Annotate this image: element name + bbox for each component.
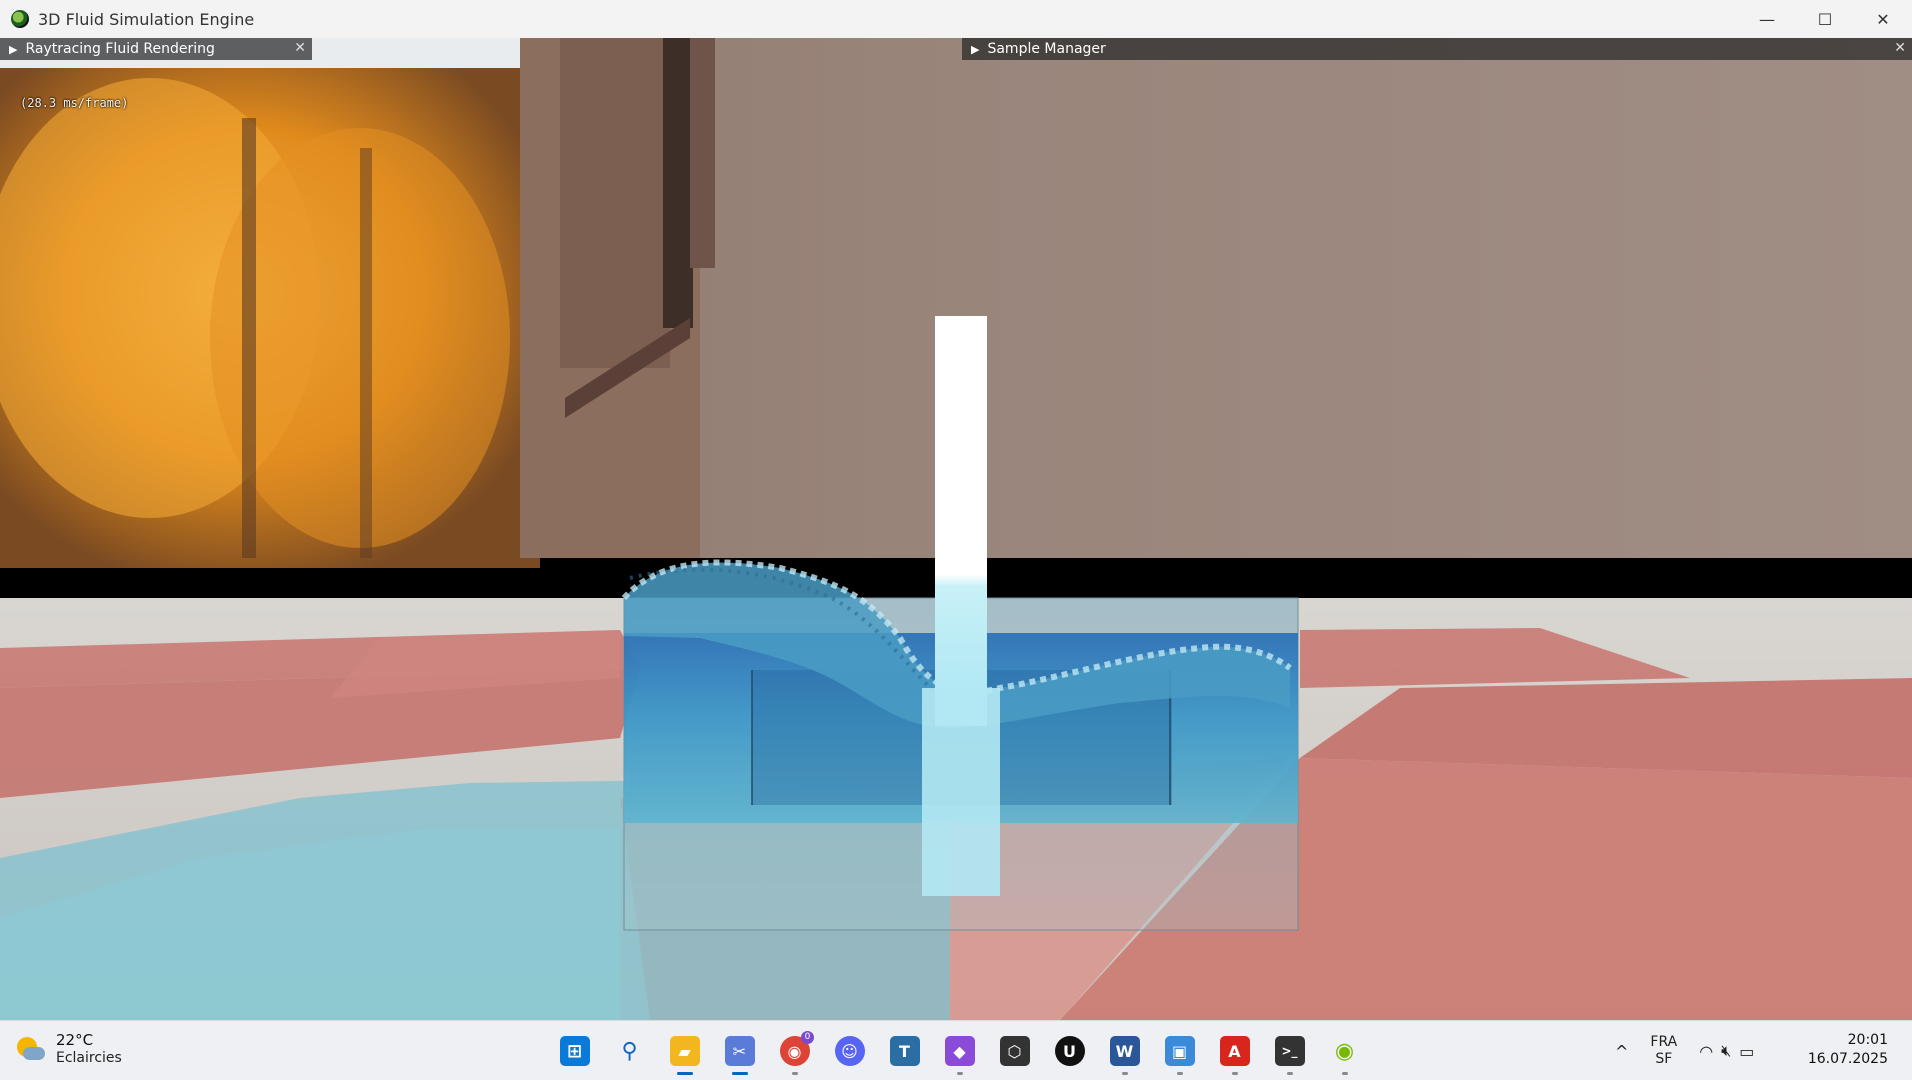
app-window: 3D Fluid Simulation Engine — ☐ ✕ ▶ Raytr… xyxy=(0,0,1912,1080)
language-indicator[interactable]: FRA SF xyxy=(1650,1034,1677,1068)
unity-button[interactable]: ⬡ xyxy=(987,1031,1042,1071)
system-tray: ^ FRA SF ◠ 🔇︎ ▭ xyxy=(1615,1021,1762,1080)
unreal-engine-button[interactable]: U xyxy=(1042,1031,1097,1071)
nvidia-icon: ◉ xyxy=(1334,1038,1355,1064)
folder-icon: ▰ xyxy=(669,1036,700,1066)
file-explorer-button[interactable]: ▰ xyxy=(657,1031,712,1075)
battery-icon[interactable]: ▭ xyxy=(1739,1042,1754,1061)
render-viewport[interactable]: ▶ Raytracing Fluid Rendering ✕ (28.3 ms/… xyxy=(0,38,1912,1020)
clock-time: 20:01 xyxy=(1847,1032,1888,1048)
start-button[interactable]: ⊞ xyxy=(547,1031,602,1071)
scene-render xyxy=(0,38,1912,1020)
visual-studio-button[interactable]: ◆ xyxy=(932,1031,987,1075)
notification-badge: 0 xyxy=(801,1031,814,1044)
snipping-tool-button[interactable]: ✂ xyxy=(712,1031,767,1075)
visual-studio-icon: ◆ xyxy=(944,1036,975,1066)
taskbar: 22°C Eclaircies ⊞ ⚲ ▰ ✂ ◉ 0 ☺ T ◆ ⬡ U W … xyxy=(0,1020,1912,1080)
window-title: 3D Fluid Simulation Engine xyxy=(38,9,255,29)
unity-icon: ⬡ xyxy=(999,1036,1030,1066)
wifi-icon[interactable]: ◠ xyxy=(1699,1042,1713,1061)
clock-date: 16.07.2025 xyxy=(1807,1051,1888,1067)
chrome-button[interactable]: ◉ 0 xyxy=(767,1031,822,1075)
acrobat-button[interactable]: A xyxy=(1207,1031,1262,1075)
close-button[interactable]: ✕ xyxy=(1854,0,1912,38)
windows-start-icon: ⊞ xyxy=(559,1036,590,1066)
expand-triangle-icon[interactable]: ▶ xyxy=(971,43,979,56)
sample-manager-header[interactable]: ▶ Sample Manager ✕ xyxy=(962,38,1912,60)
search-icon: ⚲ xyxy=(621,1038,638,1064)
window-app-icon: ▣ xyxy=(1164,1036,1195,1066)
terminal-icon: >_ xyxy=(1274,1036,1305,1066)
title-bar[interactable]: 3D Fluid Simulation Engine — ☐ ✕ xyxy=(0,0,1912,39)
lang-line1: FRA xyxy=(1650,1034,1678,1050)
window-app-button[interactable]: ▣ xyxy=(1152,1031,1207,1075)
frame-stats: (28.3 ms/frame) xyxy=(20,96,129,110)
raytracing-panel-header[interactable]: ▶ Raytracing Fluid Rendering ✕ xyxy=(0,38,312,60)
taskbar-apps: ⊞ ⚲ ▰ ✂ ◉ 0 ☺ T ◆ ⬡ U W ▣ A >_ ◉ xyxy=(547,1031,1372,1075)
discord-icon: ☺ xyxy=(834,1036,865,1066)
word-button[interactable]: W xyxy=(1097,1031,1152,1075)
unreal-engine-icon: U xyxy=(1054,1036,1085,1066)
typora-icon: T xyxy=(889,1036,920,1066)
expand-triangle-icon[interactable]: ▶ xyxy=(9,43,17,56)
sample-manager-label: Sample Manager xyxy=(987,41,1106,57)
weather-temp: 22°C xyxy=(56,1031,94,1049)
close-icon[interactable]: ✕ xyxy=(1894,40,1906,56)
weather-widget[interactable]: 22°C Eclaircies xyxy=(14,1031,122,1067)
raytracing-panel-label: Raytracing Fluid Rendering xyxy=(25,41,215,57)
terminal-button[interactable]: >_ xyxy=(1262,1031,1317,1075)
nvidia-button[interactable]: ◉ xyxy=(1317,1031,1372,1075)
window-controls: — ☐ ✕ xyxy=(1738,0,1912,38)
chevron-up-icon[interactable]: ^ xyxy=(1615,1042,1628,1061)
word-icon: W xyxy=(1109,1036,1140,1066)
acrobat-icon: A xyxy=(1219,1036,1250,1066)
snipping-tool-icon: ✂ xyxy=(724,1036,755,1066)
minimize-button[interactable]: — xyxy=(1738,0,1796,38)
nvidia-icon xyxy=(11,10,29,28)
weather-condition: Eclaircies xyxy=(56,1050,122,1066)
typora-button[interactable]: T xyxy=(877,1031,932,1071)
lang-line2: SF xyxy=(1655,1051,1673,1067)
mute-icon[interactable]: 🔇︎ xyxy=(1721,1041,1731,1061)
clock[interactable]: 20:01 16.07.2025 xyxy=(1808,1031,1888,1069)
partly-sunny-icon xyxy=(14,1033,46,1065)
discord-button[interactable]: ☺ xyxy=(822,1031,877,1071)
search-button[interactable]: ⚲ xyxy=(602,1031,657,1071)
close-icon[interactable]: ✕ xyxy=(294,40,306,56)
maximize-button[interactable]: ☐ xyxy=(1796,0,1854,38)
